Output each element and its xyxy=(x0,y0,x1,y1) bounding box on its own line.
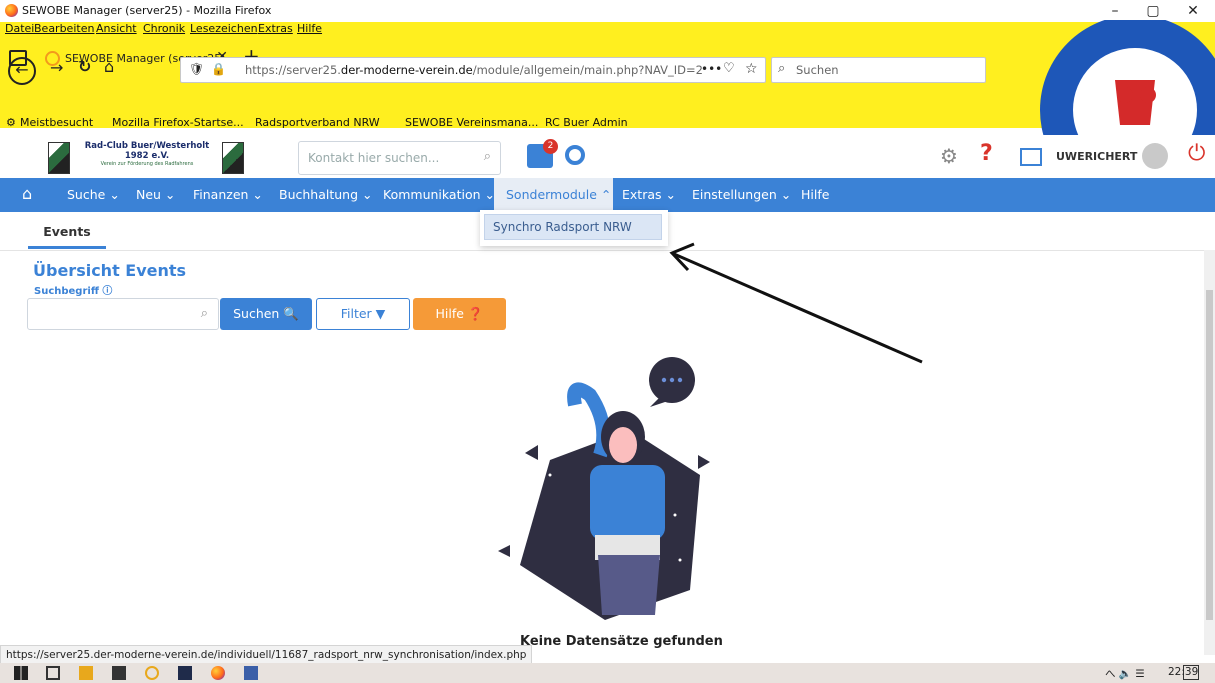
filter-button[interactable]: Filter ▼ xyxy=(316,298,410,330)
store-icon[interactable] xyxy=(112,666,126,680)
search-icon: ⌕ xyxy=(778,61,786,76)
logout-power-icon[interactable]: ⏻ xyxy=(1188,141,1205,166)
dropdown-item-label: Synchro Radsport NRW xyxy=(493,220,632,234)
username-label[interactable]: UWERICHERT xyxy=(1056,150,1137,163)
lock-icon: 🔒 xyxy=(211,62,226,76)
empty-state-illustration xyxy=(498,357,710,620)
bookmark-sewobe[interactable]: SEWOBE Vereinsmana... xyxy=(405,116,538,129)
shield-icon: 🛡 xyxy=(189,62,205,76)
firefox-icon[interactable] xyxy=(211,666,225,680)
document-app-icon[interactable] xyxy=(244,666,258,680)
empty-state-message: Keine Datensätze gefunden xyxy=(520,634,723,649)
bookmark-firefox-start[interactable]: Mozilla Firefox-Startse... xyxy=(112,116,244,129)
search-term-label: Suchbegriff ⓘ xyxy=(34,286,113,297)
menu-ansicht[interactable]: Ansicht xyxy=(96,22,137,35)
club-year: 1982 e.V. xyxy=(124,151,170,161)
forward-icon[interactable]: → xyxy=(50,58,63,77)
back-icon[interactable]: ← xyxy=(8,57,36,85)
menu-lesezeichen[interactable]: Lesezeichen xyxy=(190,22,258,35)
menu-datei[interactable]: Datei xyxy=(5,22,34,35)
nav-finanzen[interactable]: Finanzen ⌄ xyxy=(193,187,263,202)
annotation-arrow xyxy=(669,242,923,364)
club-name-block: Rad-Club Buer/Westerholt 1982 e.V. Verei… xyxy=(78,141,216,167)
search-term-input[interactable]: ⌕ xyxy=(27,298,219,330)
firefox-icon xyxy=(5,4,18,17)
sondermodule-dropdown: Synchro Radsport NRW xyxy=(480,210,668,246)
page-actions-icon[interactable]: ••• xyxy=(701,62,722,76)
notification-badge: 2 xyxy=(543,139,558,154)
nav-buchhaltung[interactable]: Buchhaltung ⌄ xyxy=(279,187,372,202)
clock[interactable]: 22:39 xyxy=(1168,666,1198,678)
menu-bar: Datei Bearbeiten Ansicht Chronik Lesezei… xyxy=(0,22,400,40)
file-explorer-icon[interactable] xyxy=(79,666,93,680)
tab-active-underline xyxy=(28,246,106,249)
dropdown-item-synchro-radsport[interactable]: Synchro Radsport NRW xyxy=(484,214,662,240)
url-text[interactable]: https://server25.der-moderne-verein.de/m… xyxy=(245,63,703,77)
bookmark-rc-buer-admin[interactable]: RC Buer Admin xyxy=(545,116,628,129)
nav-kommunikation[interactable]: Kommunikation ⌄ xyxy=(383,187,495,202)
contact-search-input[interactable]: Kontakt hier suchen... ⌕ xyxy=(298,141,501,175)
nav-hilfe[interactable]: Hilfe xyxy=(801,187,829,202)
club-name: Rad-Club Buer/Westerholt xyxy=(84,141,210,151)
maximize-button[interactable]: ▢ xyxy=(1138,2,1168,20)
club-logo-image xyxy=(1030,20,1215,135)
search-icon: ⌕ xyxy=(483,149,491,164)
bookmark-star-icon[interactable]: ☆ xyxy=(745,61,758,77)
page-title: Übersicht Events xyxy=(33,261,187,280)
menu-hilfe[interactable]: Hilfe xyxy=(297,22,322,35)
main-nav: ⌂ Suche ⌄ Neu ⌄ Finanzen ⌄ Buchhaltung ⌄… xyxy=(0,178,1215,212)
club-left-logo xyxy=(48,142,70,174)
settings-gears-icon[interactable]: ⚙ xyxy=(940,144,958,168)
search-button[interactable]: Suchen 🔍 xyxy=(220,298,312,330)
task-view-icon[interactable] xyxy=(46,666,60,680)
support-lifebuoy-icon[interactable] xyxy=(565,145,585,165)
home-icon[interactable]: ⌂ xyxy=(104,57,114,76)
help-button[interactable]: Hilfe ❓ xyxy=(413,298,506,330)
vertical-scrollbar[interactable] xyxy=(1204,250,1215,655)
nav-einstellungen[interactable]: Einstellungen ⌄ xyxy=(692,187,791,202)
tab-events[interactable]: Events xyxy=(28,224,106,239)
menu-extras[interactable]: Extras xyxy=(258,22,293,35)
pocket-icon[interactable]: ♡ xyxy=(723,61,735,76)
home-icon[interactable]: ⌂ xyxy=(22,184,32,203)
nav-neu[interactable]: Neu ⌄ xyxy=(136,187,175,202)
bookmark-radsportverband[interactable]: Radsportverband NRW xyxy=(255,116,380,129)
bookmarks-bar: ⚙ Meistbesucht Mozilla Firefox-Startse..… xyxy=(0,116,700,130)
status-url: https://server25.der-moderne-verein.de/i… xyxy=(0,645,533,665)
minimize-button[interactable]: – xyxy=(1100,2,1130,20)
search-placeholder: Suchen xyxy=(796,63,839,77)
nav-extras[interactable]: Extras ⌄ xyxy=(622,187,676,202)
menu-chronik[interactable]: Chronik xyxy=(143,22,185,35)
nav-suche[interactable]: Suche ⌄ xyxy=(67,187,120,202)
app-icon[interactable] xyxy=(145,666,159,680)
window-title: SEWOBE Manager (server25) - Mozilla Fire… xyxy=(22,4,272,17)
app-header: Rad-Club Buer/Westerholt 1982 e.V. Verei… xyxy=(0,138,1215,179)
avatar[interactable] xyxy=(1142,143,1168,169)
browser-search-bar[interactable]: ⌕ Suchen xyxy=(771,57,986,83)
windows-taskbar: へ 🔈 ☰ xyxy=(0,663,1215,683)
club-right-logo xyxy=(222,142,244,174)
contact-search-placeholder: Kontakt hier suchen... xyxy=(308,151,440,165)
app-icon-dark[interactable] xyxy=(178,666,192,680)
scrollbar-thumb[interactable] xyxy=(1206,290,1213,620)
window-titlebar: SEWOBE Manager (server25) - Mozilla Fire… xyxy=(0,0,1215,22)
nav-sondermodule[interactable]: Sondermodule ⌃ xyxy=(506,187,611,202)
close-button[interactable]: ✕ xyxy=(1178,2,1208,20)
url-bar[interactable]: 🛡 🔒 https://server25.der-moderne-verein.… xyxy=(180,57,766,83)
windows-start-icon[interactable] xyxy=(14,666,28,680)
menu-bearbeiten[interactable]: Bearbeiten xyxy=(34,22,94,35)
bookmark-meistbesucht[interactable]: Meistbesucht xyxy=(20,116,93,129)
help-question-icon[interactable]: ? xyxy=(980,141,993,166)
club-subtitle: Verein zur Förderung des Radfahrens xyxy=(100,161,194,167)
reload-icon[interactable]: ↻ xyxy=(78,57,91,76)
system-tray[interactable]: へ 🔈 ☰ xyxy=(1105,666,1145,681)
search-icon: ⌕ xyxy=(200,306,208,321)
devices-icon[interactable] xyxy=(1020,148,1042,166)
gear-icon: ⚙ xyxy=(6,116,16,129)
